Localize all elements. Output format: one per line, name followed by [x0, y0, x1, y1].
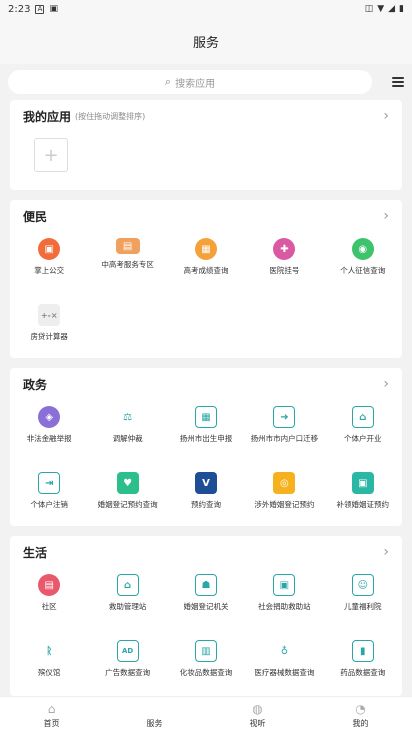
app-marriage-query[interactable]: ♥ 婚姻登记预约查询 [88, 466, 166, 532]
app-ad-data[interactable]: AD 广告数据查询 [88, 634, 166, 700]
zhengwu-header[interactable]: 政务 › [10, 368, 402, 400]
hospital-icon: ✚ [273, 238, 296, 260]
donation-icon: ▣ [273, 574, 296, 596]
mediation-icon: ⚖ [116, 406, 139, 428]
my-apps-header[interactable]: 我的应用 (按住拖动调整排序) › [10, 100, 402, 132]
sim-icon: ▣ [49, 4, 58, 14]
marriage-query-icon: ♥ [116, 472, 139, 494]
bianmin-title: 便民 [23, 209, 48, 224]
signal-icon: ◢ [388, 4, 396, 14]
my-apps-card: 我的应用 (按住拖动调整排序) › + [10, 100, 402, 190]
app-child-welfare[interactable]: ☺ 儿童福利院 [324, 568, 402, 634]
cosmetics-icon: ▥ [194, 640, 217, 662]
app-birth-report[interactable]: ▦ 扬州市出生申报 [167, 400, 245, 466]
app-foreign-marriage[interactable]: ◎ 涉外婚姻登记预约 [245, 466, 323, 532]
medicine-icon: ▮ [351, 640, 374, 662]
child-welfare-icon: ☺ [351, 574, 374, 596]
bottom-tabbar: ⌂ 首页 服务 ◍ 视听 ◔ 我的 [0, 696, 412, 734]
app-donation[interactable]: ▣ 社会捐助救助站 [245, 568, 323, 634]
funeral-icon: ᚱ [38, 640, 61, 662]
media-icon: ◍ [252, 701, 263, 716]
bianmin-header[interactable]: 便民 › [10, 200, 402, 232]
my-apps-title: 我的应用 [23, 109, 72, 124]
app-bus[interactable]: ▣ 掌上公交 [10, 232, 88, 298]
page-title: 服务 [0, 18, 412, 64]
notification-icon: A [35, 4, 45, 14]
chevron-right-icon: › [383, 208, 389, 224]
wifi-icon: ▼ [377, 4, 385, 14]
menu-list-icon[interactable] [380, 77, 404, 87]
app-appointment[interactable]: V 预约查询 [167, 466, 245, 532]
chevron-right-icon: › [383, 544, 389, 560]
add-app-button[interactable]: + [34, 138, 68, 172]
household-move-icon: ➜ [273, 406, 296, 428]
chevron-right-icon: › [383, 108, 389, 124]
ad-data-icon: AD [116, 640, 139, 662]
bianmin-grid: ▣ 掌上公交 ▤ 中高考服务专区 ▦ 高考成绩查询 ✚ 医院挂号 ◉ 个人征信查询 +-×… [10, 232, 402, 364]
shenghuo-title: 生活 [23, 545, 48, 560]
birth-report-icon: ▦ [194, 406, 217, 428]
shenghuo-grid: ▤ 社区 ⌂ 救助管理站 ☗ 婚姻登记机关 ▣ 社会捐助救助站 ☺ 儿童福利院 ᚱ 殡仪馆 … [10, 568, 402, 700]
tab-service[interactable]: 服务 [103, 697, 206, 734]
foreign-marriage-icon: ◎ [273, 472, 296, 494]
app-household-move[interactable]: ➜ 扬州市市内户口迁移 [245, 400, 323, 466]
marriage-reissue-icon: ▣ [351, 472, 374, 494]
app-business-close[interactable]: ⇥ 个体户注销 [10, 466, 88, 532]
service-icon [148, 703, 162, 715]
tab-profile[interactable]: ◔ 我的 [309, 697, 412, 734]
zhengwu-card: 政务 › ◈ 非法金融举报 ⚖ 调解仲裁 ▦ 扬州市出生申报 ➜ 扬州市市内户口迁移 ⌂… [10, 368, 402, 526]
credit-icon: ◉ [351, 238, 374, 260]
app-credit[interactable]: ◉ 个人征信查询 [324, 232, 402, 298]
app-finance-report[interactable]: ◈ 非法金融举报 [10, 400, 88, 466]
app-funeral[interactable]: ᚱ 殡仪馆 [10, 634, 88, 700]
vibrate-icon: ◫ [364, 4, 374, 14]
status-bar: 2:23 A ▣ ◫ ▼ ◢ ▮ [0, 0, 412, 18]
home-icon: ⌂ [47, 701, 56, 716]
battery-icon: ▮ [399, 4, 404, 14]
business-open-icon: ⌂ [351, 406, 374, 428]
community-icon: ▤ [38, 574, 61, 596]
medical-device-icon: ♁ [273, 640, 296, 662]
bus-icon: ▣ [38, 238, 61, 260]
my-apps-hint: (按住拖动调整排序) [75, 111, 146, 121]
profile-icon: ◔ [355, 701, 366, 716]
search-row: ⌕ 搜索应用 [0, 67, 412, 97]
app-business-open[interactable]: ⌂ 个体户开业 [324, 400, 402, 466]
tab-media[interactable]: ◍ 视听 [206, 697, 309, 734]
status-time: 2:23 [8, 3, 31, 15]
app-community[interactable]: ▤ 社区 [10, 568, 88, 634]
exam-zone-icon: ▤ [115, 238, 140, 254]
shenghuo-header[interactable]: 生活 › [10, 536, 402, 568]
app-rescue-station[interactable]: ⌂ 救助管理站 [88, 568, 166, 634]
business-close-icon: ⇥ [38, 472, 61, 494]
rescue-station-icon: ⌂ [116, 574, 139, 596]
app-medicine[interactable]: ▮ 药品数据查询 [324, 634, 402, 700]
finance-report-icon: ◈ [38, 406, 61, 428]
shenghuo-card: 生活 › ▤ 社区 ⌂ 救助管理站 ☗ 婚姻登记机关 ▣ 社会捐助救助站 ☺ 儿童福利院 … [10, 536, 402, 696]
search-placeholder: 搜索应用 [175, 78, 216, 90]
search-input[interactable]: ⌕ 搜索应用 [8, 70, 372, 94]
app-calculator[interactable]: +-× 房贷计算器 [10, 298, 88, 364]
app-exam-zone[interactable]: ▤ 中高考服务专区 [88, 232, 166, 298]
app-marriage-office[interactable]: ☗ 婚姻登记机关 [167, 568, 245, 634]
app-marriage-reissue[interactable]: ▣ 补领婚姻证预约 [324, 466, 402, 532]
app-medical-device[interactable]: ♁ 医疗器械数据查询 [245, 634, 323, 700]
tab-home[interactable]: ⌂ 首页 [0, 697, 103, 734]
chevron-right-icon: › [383, 376, 389, 392]
bianmin-card: 便民 › ▣ 掌上公交 ▤ 中高考服务专区 ▦ 高考成绩查询 ✚ 医院挂号 ◉ 个人征信查… [10, 200, 402, 358]
app-exam-score[interactable]: ▦ 高考成绩查询 [167, 232, 245, 298]
calculator-icon: +-× [38, 304, 61, 326]
app-hospital[interactable]: ✚ 医院挂号 [245, 232, 323, 298]
zhengwu-grid: ◈ 非法金融举报 ⚖ 调解仲裁 ▦ 扬州市出生申报 ➜ 扬州市市内户口迁移 ⌂ 个体户开业… [10, 400, 402, 532]
search-icon: ⌕ [164, 75, 172, 88]
marriage-office-icon: ☗ [194, 574, 217, 596]
app-mediation[interactable]: ⚖ 调解仲裁 [88, 400, 166, 466]
appointment-icon: V [194, 472, 217, 494]
app-cosmetics[interactable]: ▥ 化妆品数据查询 [167, 634, 245, 700]
zhengwu-title: 政务 [23, 377, 48, 392]
exam-score-icon: ▦ [194, 238, 217, 260]
